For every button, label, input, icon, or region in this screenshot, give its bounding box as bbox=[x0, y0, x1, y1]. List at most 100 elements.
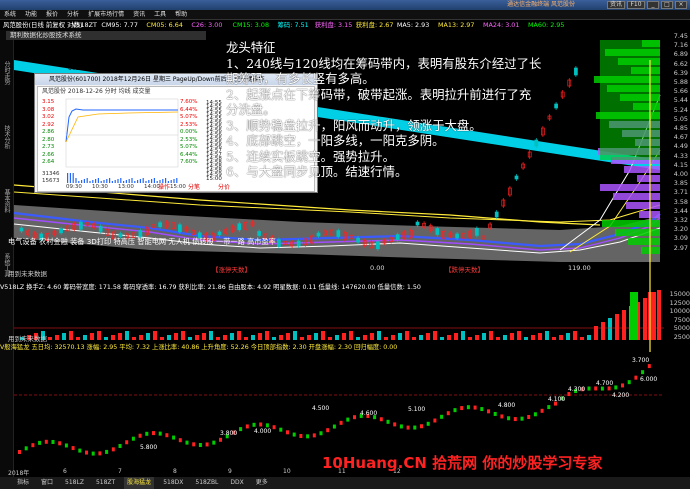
bottom-candle bbox=[339, 420, 343, 425]
v518-tick: 2500 bbox=[673, 332, 690, 341]
popup-right-tick: 7.60% bbox=[180, 159, 198, 165]
price-tick: 6.39 bbox=[673, 68, 688, 77]
candle-body bbox=[98, 225, 103, 232]
bottom-candle bbox=[165, 433, 169, 438]
bottom-candle bbox=[299, 434, 303, 439]
indicator-tab[interactable]: 指标 bbox=[14, 477, 32, 489]
candle-body bbox=[237, 223, 242, 231]
candle-body bbox=[138, 230, 143, 237]
v518-bar bbox=[412, 337, 416, 340]
indicator-tab[interactable]: 518ZT bbox=[93, 477, 118, 489]
indicator-tab[interactable]: DDX bbox=[227, 477, 246, 489]
bottom-candle bbox=[158, 431, 162, 436]
bottom-candle bbox=[98, 451, 102, 456]
candle-body bbox=[59, 228, 63, 234]
price-label: 4.700 bbox=[596, 380, 614, 387]
price-tick: 7.16 bbox=[673, 41, 688, 50]
indicator-tabs: 指标 窗口 518LZ 518ZT 股海猛龙 518DX 518ZBL DDX 更多 bbox=[14, 477, 271, 489]
v518-tick: 5000 bbox=[673, 324, 690, 332]
v518-bar bbox=[195, 335, 199, 340]
intraday-vol-bar bbox=[100, 181, 102, 183]
v518-bar bbox=[293, 331, 297, 340]
v518-tick: 12500 bbox=[669, 298, 690, 307]
bottom-candle bbox=[125, 440, 129, 445]
indicator-tab[interactable]: 窗口 bbox=[38, 477, 56, 489]
chip-bar bbox=[602, 220, 660, 227]
v518-bar bbox=[622, 310, 626, 340]
v518-bar bbox=[566, 333, 570, 340]
v518-bar bbox=[552, 337, 556, 340]
intraday-vol-bar bbox=[69, 173, 71, 183]
indicator-tab[interactable]: 518ZBL bbox=[192, 477, 221, 489]
bottom-candle bbox=[634, 375, 638, 380]
chip-bar bbox=[613, 193, 660, 200]
v518-bar bbox=[230, 333, 234, 340]
popup-name: 风范股份 bbox=[102, 67, 127, 74]
popup-foot-tab[interactable]: 分价 bbox=[218, 182, 230, 192]
indicator-tab[interactable]: 更多 bbox=[253, 477, 271, 489]
v518-bar bbox=[160, 337, 164, 340]
bottom-candle bbox=[446, 411, 450, 416]
bottom-candle bbox=[259, 422, 263, 427]
x-tick: 2018年 bbox=[8, 470, 30, 477]
bottom-candle bbox=[647, 364, 651, 369]
v518-tick: 10000 bbox=[669, 307, 690, 315]
v518-bar bbox=[62, 333, 66, 340]
price-label: 4.500 bbox=[312, 405, 330, 412]
bottom-candle bbox=[386, 419, 390, 424]
price-tick: 4.15 bbox=[673, 160, 688, 169]
price-label: 6.000 bbox=[640, 376, 658, 383]
bottom-candle bbox=[272, 425, 276, 430]
v518-bar bbox=[587, 335, 591, 340]
v518-bar bbox=[279, 335, 283, 340]
v518-future-note: 用到未来数据 bbox=[8, 335, 47, 343]
price-tick: 7.45 bbox=[673, 32, 688, 40]
price-tick: 5.05 bbox=[673, 114, 688, 123]
price-tick: 5.88 bbox=[673, 78, 688, 86]
price-tick: 4.49 bbox=[673, 142, 688, 151]
v518-bar bbox=[76, 337, 80, 340]
bottom-candle bbox=[319, 431, 323, 436]
bottom-candle bbox=[346, 417, 350, 422]
notes-line: 期筹码，有多长竖有多高。 bbox=[226, 71, 375, 86]
bottom-candle bbox=[440, 414, 444, 419]
v518-axis: 15000 12500 10000 7500 5000 2500 bbox=[664, 290, 690, 342]
v518-bar bbox=[643, 298, 647, 340]
candle-body bbox=[178, 224, 182, 233]
v518-bar bbox=[202, 333, 206, 340]
bottom-candle bbox=[399, 424, 403, 429]
notes-line: 分洗盘。 bbox=[226, 102, 276, 117]
bottom-candle bbox=[145, 431, 149, 436]
v518-bar bbox=[503, 335, 507, 340]
v518-bar bbox=[601, 322, 605, 340]
intraday-vol-bar bbox=[97, 178, 99, 183]
indicator-tab[interactable]: 股海猛龙 bbox=[124, 477, 155, 489]
indicator-tab[interactable]: 518LZ bbox=[62, 477, 87, 489]
intraday-vol-bar bbox=[81, 180, 83, 183]
bottom-candle bbox=[393, 422, 397, 427]
bottom-candle bbox=[58, 441, 62, 446]
v518-bar bbox=[538, 333, 542, 340]
candle-body bbox=[19, 227, 24, 232]
v518-bar bbox=[181, 331, 185, 340]
indicator-tab[interactable]: 518DX bbox=[160, 477, 186, 489]
v518-bar bbox=[167, 335, 171, 340]
candle-body bbox=[336, 230, 341, 237]
v518-bar bbox=[377, 331, 381, 340]
popup-foot-tab[interactable]: 分笔 bbox=[188, 182, 200, 192]
bottom-candle bbox=[466, 405, 470, 410]
v518-bar bbox=[440, 337, 444, 340]
intraday-vol-bar bbox=[83, 179, 85, 183]
bottom-candle bbox=[406, 425, 410, 430]
price-label: 3.800 bbox=[220, 430, 238, 437]
bottom-candle bbox=[44, 439, 48, 444]
price-tick: 4.67 bbox=[673, 133, 688, 142]
intraday-vol-bar bbox=[120, 178, 122, 183]
price-tick: 3.58 bbox=[673, 197, 688, 206]
bottom-candle bbox=[64, 443, 68, 448]
intraday-vol-bar bbox=[131, 178, 133, 183]
bottom-candle bbox=[172, 435, 176, 440]
popup-time-tick: 10:30 bbox=[92, 184, 108, 190]
v518-bar bbox=[335, 335, 339, 340]
price-tick: 5.66 bbox=[673, 87, 688, 96]
